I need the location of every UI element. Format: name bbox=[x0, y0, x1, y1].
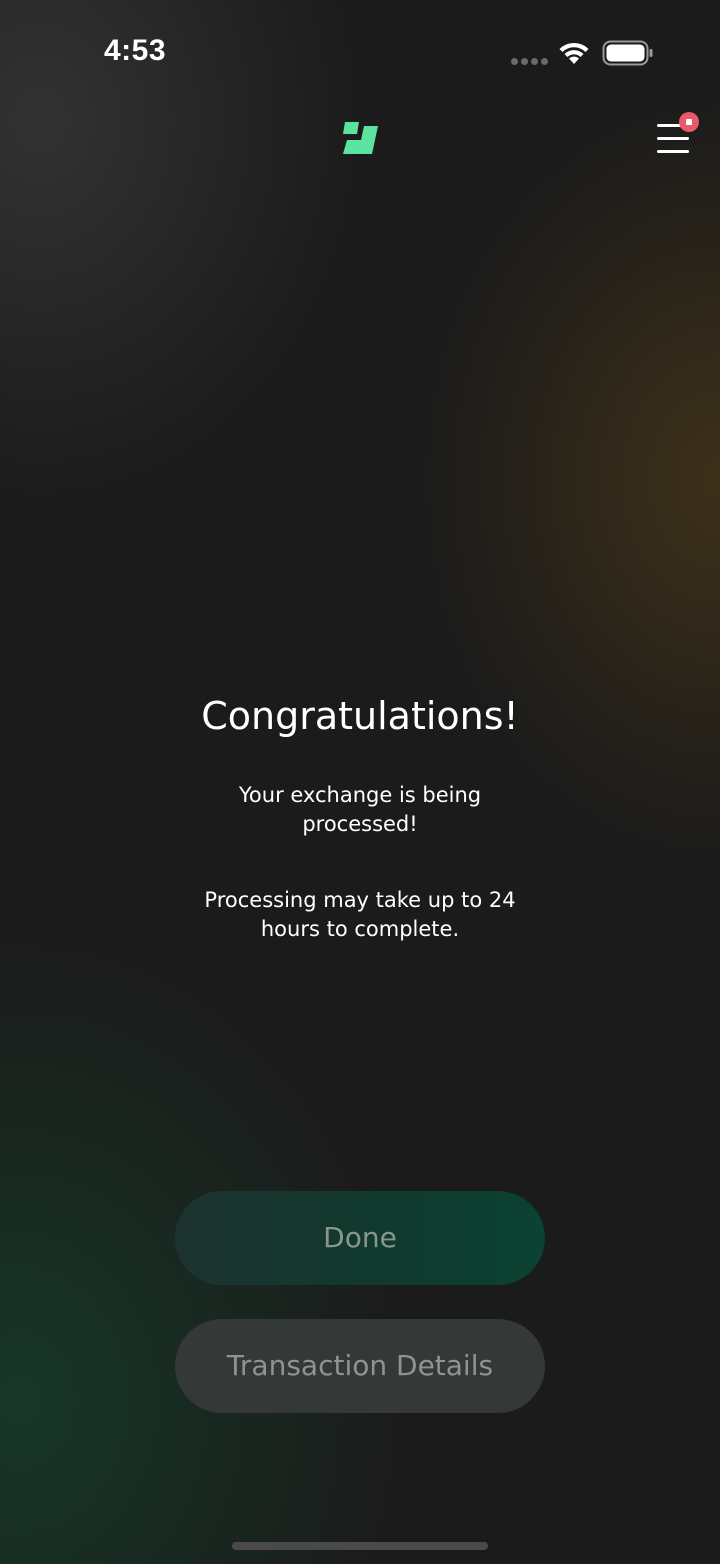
status-bar: 4:53 bbox=[0, 0, 720, 100]
transaction-details-button[interactable]: Transaction Details bbox=[175, 1319, 545, 1413]
signal-dots-icon bbox=[511, 58, 548, 65]
hamburger-menu-line bbox=[657, 137, 689, 140]
notification-badge bbox=[679, 112, 699, 132]
home-indicator[interactable] bbox=[232, 1542, 488, 1550]
processing-note: Processing may take up to 24 hours to co… bbox=[204, 888, 516, 941]
battery-icon bbox=[602, 40, 653, 66]
status-time: 4:53 bbox=[104, 34, 167, 67]
status-message: Your exchange is being processed! bbox=[238, 783, 482, 836]
menu-button[interactable] bbox=[652, 112, 702, 158]
wifi-icon bbox=[559, 42, 589, 64]
brand-logo-icon bbox=[343, 122, 378, 154]
done-button[interactable]: Done bbox=[175, 1191, 545, 1285]
hamburger-menu-line bbox=[657, 150, 689, 153]
page-title: Congratulations! bbox=[201, 694, 519, 738]
